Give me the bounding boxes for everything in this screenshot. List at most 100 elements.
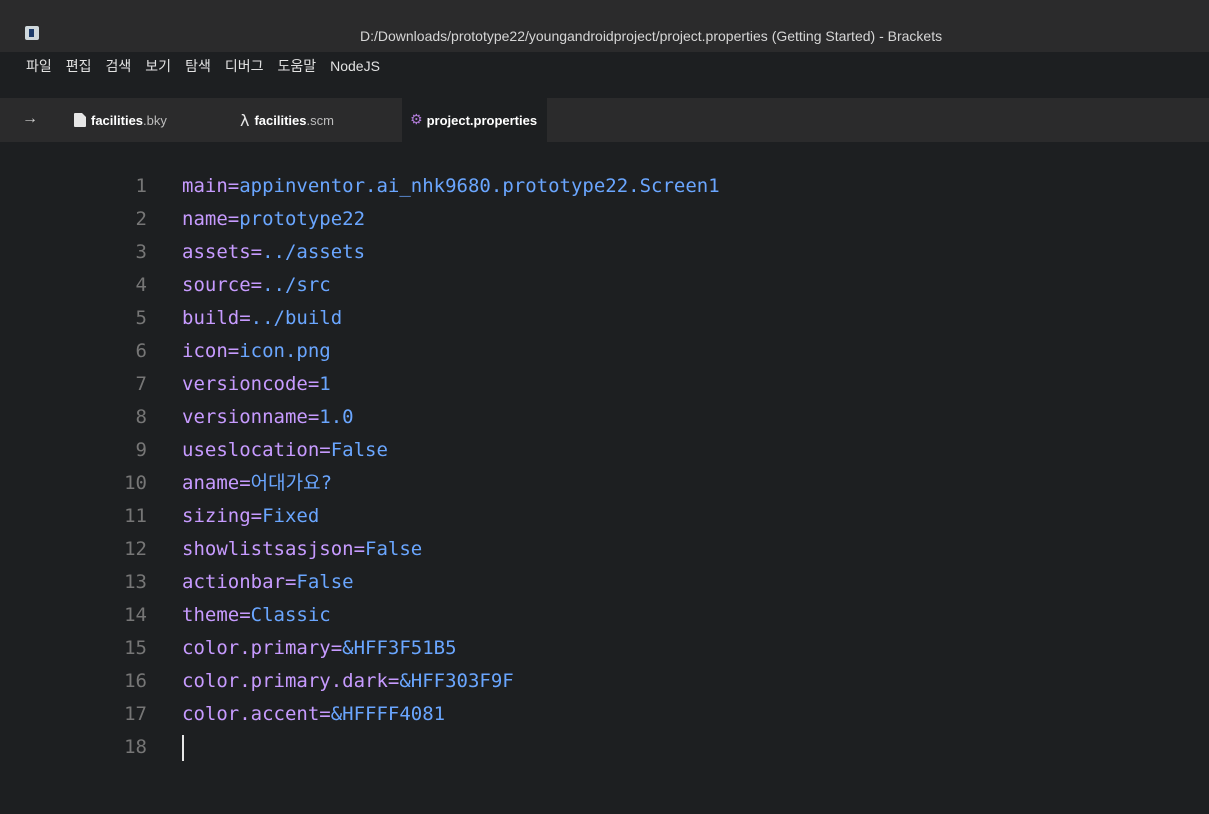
property-value: ../build [250, 307, 343, 329]
code-line[interactable]: 16 color.primary.dark=&HFF303F9F [0, 665, 1209, 698]
property-key: source [182, 274, 251, 296]
property-key: showlistsasjson [182, 538, 354, 560]
menu-navigate[interactable]: 탐색 [185, 52, 211, 80]
code-text: actionbar=False [182, 566, 354, 599]
property-value: Classic [250, 604, 331, 626]
property-value: &HFFFF4081 [330, 703, 446, 725]
code-line[interactable]: 6 icon=icon.png [0, 335, 1209, 368]
menu-debug[interactable]: 디버그 [225, 52, 264, 80]
code-text: useslocation=False [182, 434, 388, 467]
property-key: actionbar [182, 571, 285, 593]
tab-name: facilities [91, 112, 144, 128]
gear-icon: ⚙ [410, 112, 423, 128]
code-text: icon=icon.png [182, 335, 331, 368]
text-cursor [182, 735, 184, 761]
code-text: versionname=1.0 [182, 401, 354, 434]
equals-sign: = [330, 637, 343, 659]
code-line[interactable]: 12 showlistsasjson=False [0, 533, 1209, 566]
tab-name: facilities [254, 112, 307, 128]
tab-facilities-bky[interactable]: facilities .bky [74, 98, 167, 142]
property-value: icon.png [239, 340, 331, 362]
code-line[interactable]: 11 sizing=Fixed [0, 500, 1209, 533]
code-line[interactable]: 9 useslocation=False [0, 434, 1209, 467]
property-key: aname [182, 472, 240, 494]
code-line[interactable]: 5 build=../build [0, 302, 1209, 335]
equals-sign: = [227, 208, 240, 230]
menu-view[interactable]: 보기 [145, 52, 171, 80]
code-text: name=prototype22 [182, 203, 365, 236]
menu-edit[interactable]: 편집 [66, 52, 92, 80]
menu-bar: 파일 편집 검색 보기 탐색 디버그 도움말 NodeJS [26, 52, 380, 80]
code-line[interactable]: 14 theme=Classic [0, 599, 1209, 632]
brackets-window: D:/Downloads/prototype22/youngandroidpro… [0, 0, 1209, 814]
menu-help[interactable]: 도움말 [277, 52, 316, 80]
property-value: appinventor.ai_nhk9680.prototype22.Scree… [239, 175, 720, 197]
code-text: color.primary.dark=&HFF303F9F [182, 665, 514, 698]
code-text: sizing=Fixed [182, 500, 319, 533]
property-key: color.primary.dark [182, 670, 388, 692]
property-value: ../assets [262, 241, 366, 263]
equals-sign: = [239, 472, 251, 494]
line-number: 17 [124, 703, 147, 725]
property-key: versionname [182, 406, 308, 428]
equals-sign: = [227, 340, 240, 362]
code-editor[interactable]: 1 main=appinventor.ai_nhk9680.prototype22… [0, 142, 1209, 814]
lambda-icon: λ [240, 110, 250, 130]
code-line[interactable]: 18 [0, 731, 1209, 764]
tab-facilities-scm[interactable]: λ facilities .scm [240, 98, 334, 142]
app-icon-bracket [29, 29, 34, 37]
menu-nodejs[interactable]: NodeJS [330, 52, 380, 80]
menu-file[interactable]: 파일 [26, 52, 52, 80]
property-value: &HFF303F9F [399, 670, 514, 692]
line-number: 2 [135, 208, 147, 230]
line-number: 10 [124, 472, 147, 494]
line-number: 7 [135, 373, 147, 395]
equals-sign: = [227, 175, 240, 197]
equals-sign: = [250, 274, 263, 296]
tab-bar: → facilities .bky λ facilities .scm ⚙ proj… [0, 98, 1209, 142]
tab-project-properties[interactable]: ⚙ project.properties [402, 98, 548, 142]
code-text: source=../src [182, 269, 331, 302]
property-key: name [182, 208, 228, 230]
equals-sign: = [239, 307, 251, 329]
code-line[interactable]: 2 name=prototype22 [0, 203, 1209, 236]
line-number: 5 [135, 307, 147, 329]
code-text: main=appinventor.ai_nhk9680.prototype22.… [182, 170, 720, 203]
code-text: color.primary=&HFF3F51B5 [182, 632, 457, 665]
line-number: 4 [135, 274, 147, 296]
equals-sign: = [239, 604, 251, 626]
line-number: 15 [124, 637, 147, 659]
property-key: icon [182, 340, 228, 362]
title-bar: D:/Downloads/prototype22/youngandroidpro… [0, 0, 1209, 74]
code-line[interactable]: 1 main=appinventor.ai_nhk9680.prototype22… [0, 170, 1209, 203]
line-number: 11 [124, 505, 147, 527]
arrow-right-icon[interactable]: → [22, 110, 38, 128]
property-key: color.primary [182, 637, 331, 659]
tab-ext: .scm [306, 112, 334, 128]
code-text: versioncode=1 [182, 368, 331, 401]
menu-find[interactable]: 검색 [106, 52, 132, 80]
property-key: useslocation [182, 439, 320, 461]
code-line[interactable]: 10 aname=어대가요? [0, 467, 1209, 500]
code-line[interactable]: 13 actionbar=False [0, 566, 1209, 599]
line-number: 6 [135, 340, 147, 362]
code-line[interactable]: 15 color.primary=&HFF3F51B5 [0, 632, 1209, 665]
line-number: 3 [135, 241, 147, 263]
equals-sign: = [250, 505, 263, 527]
property-key: versioncode [182, 373, 308, 395]
code-line[interactable]: 4 source=../src [0, 269, 1209, 302]
property-key: theme [182, 604, 240, 626]
code-line[interactable]: 7 versioncode=1 [0, 368, 1209, 401]
equals-sign: = [387, 670, 400, 692]
line-number: 12 [124, 538, 147, 560]
property-value: ../src [262, 274, 331, 296]
code-text: aname=어대가요? [182, 467, 332, 500]
tab-ext: .bky [143, 112, 167, 128]
window-title: D:/Downloads/prototype22/youngandroidpro… [360, 28, 943, 44]
line-number: 8 [135, 406, 147, 428]
code-line[interactable]: 8 versionname=1.0 [0, 401, 1209, 434]
code-line[interactable]: 17 color.accent=&HFFFF4081 [0, 698, 1209, 731]
equals-sign: = [250, 241, 263, 263]
brackets-app-icon[interactable] [25, 26, 39, 40]
code-line[interactable]: 3 assets=../assets [0, 236, 1209, 269]
